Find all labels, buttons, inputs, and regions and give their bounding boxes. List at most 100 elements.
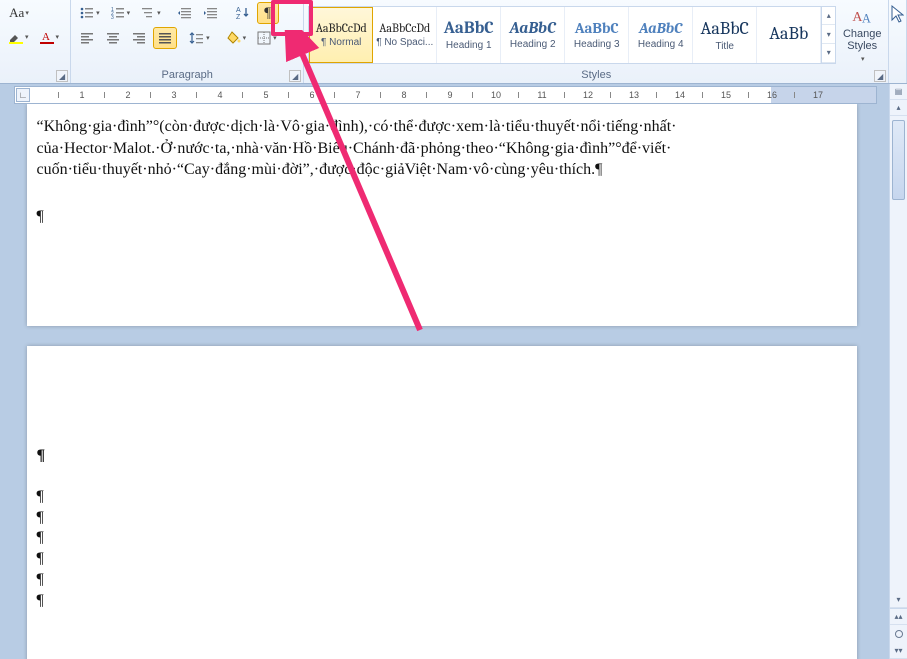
ruler-tick: 5 [261, 87, 271, 103]
paragraph-dialog-launcher[interactable]: ◢ [289, 70, 301, 82]
editing-group-sliver [889, 0, 907, 83]
styles-group: AaBbCcDd¶ NormalAaBbCcDd¶ No Spaci...AaB… [304, 0, 889, 83]
style-preview: AaBbCcDd [379, 21, 430, 35]
paragraph-mark: ¶ [37, 207, 817, 228]
previous-page-button[interactable]: ▴▴ [890, 609, 907, 625]
svg-text:A: A [236, 7, 241, 14]
style-preview: AaBbC [701, 18, 749, 39]
select-arrow-icon [890, 4, 904, 54]
style-item-heading-4[interactable]: AaBbC Heading 4 [629, 7, 693, 63]
gallery-down-button[interactable]: ▾ [822, 25, 835, 44]
font-group-label: ◢ [0, 81, 70, 83]
change-styles-button[interactable]: AA Change Styles ▾ [840, 6, 884, 64]
style-name-label: Heading 3 [574, 39, 620, 50]
style-item-title[interactable]: AaBbC Title [693, 7, 757, 63]
font-group: Aa▾ ▾ A▾ ◢ [0, 0, 71, 83]
svg-text:Z: Z [236, 14, 241, 21]
page-1: “Không·gia·đình”°(còn·được·dịch·là·Vô·gi… [27, 104, 857, 326]
svg-text:A: A [862, 11, 871, 25]
styles-dialog-launcher[interactable]: ◢ [874, 70, 886, 82]
scroll-track[interactable] [890, 116, 907, 592]
change-styles-icon: AA [849, 7, 875, 28]
style-item--no-spaci-[interactable]: AaBbCcDd ¶ No Spaci... [373, 7, 437, 63]
style-name-label: Heading 1 [446, 40, 492, 51]
browse-object: ▴▴ ▾▾ [890, 608, 907, 659]
ruler-tick: 13 [629, 87, 639, 103]
paragraph-mark: ¶ [37, 591, 817, 612]
horizontal-ruler[interactable]: ∟ 1234567891011121314151617 [14, 86, 877, 104]
ruler-tick: 4 [215, 87, 225, 103]
ruler-tick: 10 [491, 87, 501, 103]
paragraph-mark: ¶ [37, 549, 817, 570]
font-dialog-launcher[interactable]: ◢ [56, 70, 68, 82]
style-item-heading-1[interactable]: AaBbC Heading 1 [437, 7, 501, 63]
increase-indent-button[interactable] [199, 2, 223, 24]
ruler-tick: 1 [77, 87, 87, 103]
ruler-tick: 7 [353, 87, 363, 103]
styles-gallery[interactable]: AaBbCcDd¶ NormalAaBbCcDd¶ No Spaci...AaB… [308, 6, 836, 64]
paragraph-mark: ¶ [37, 487, 817, 508]
style-item--normal[interactable]: AaBbCcDd ¶ Normal [309, 7, 373, 63]
tab-selector[interactable]: ∟ [16, 88, 30, 102]
paragraph-group: ▾ 123▾ ▾ [71, 0, 304, 83]
style-item-heading-3[interactable]: AaBbC Heading 3 [565, 7, 629, 63]
style-preview: AaBbC [639, 19, 682, 37]
ruler-tick: 2 [123, 87, 133, 103]
style-preview: AaBbC [575, 19, 619, 37]
shading-button[interactable]: ▾ [222, 27, 251, 49]
ruler-tick: 12 [583, 87, 593, 103]
style-name-label: ¶ No Spaci... [376, 37, 433, 48]
ruler-tick: 17 [813, 87, 823, 103]
paragraph-group-label: Paragraph ◢ [71, 69, 303, 83]
gallery-up-button[interactable]: ▴ [822, 7, 835, 26]
vertical-scrollbar[interactable]: ▤ ▴ ▾ ▴▴ ▾▾ [889, 84, 907, 659]
grow-font-button[interactable]: Aa▾ [4, 2, 34, 24]
line-spacing-button[interactable]: ▾ [185, 27, 214, 49]
align-left-button[interactable] [75, 27, 99, 49]
style-name-label: Heading 4 [638, 39, 684, 50]
highlight-color-button[interactable]: ▾ [4, 26, 33, 48]
gallery-more-button[interactable]: ▾ [822, 44, 835, 63]
ruler-tick: 11 [537, 87, 547, 103]
svg-text:3: 3 [111, 15, 114, 21]
ribbon: Aa▾ ▾ A▾ ◢ ▾ [0, 0, 907, 84]
font-color-button[interactable]: A▾ [35, 26, 64, 48]
document-area[interactable]: “Không·gia·đình”°(còn·được·dịch·là·Vô·gi… [0, 104, 883, 659]
ruler-toggle-button[interactable]: ▤ [890, 84, 907, 100]
style-item-more[interactable]: AaBb [757, 7, 821, 63]
gallery-scroll[interactable]: ▴ ▾ ▾ [821, 7, 835, 63]
justify-button[interactable] [153, 27, 177, 49]
ruler-tick: 8 [399, 87, 409, 103]
ruler-tick: 15 [721, 87, 731, 103]
document-body-text[interactable]: “Không·gia·đình”°(còn·được·dịch·là·Vô·gi… [37, 116, 817, 181]
bullets-button[interactable]: ▾ [75, 2, 104, 24]
paragraph-mark: ¶ [37, 528, 817, 549]
ruler-tick: 3 [169, 87, 179, 103]
numbering-button[interactable]: 123▾ [106, 2, 135, 24]
multilevel-list-button[interactable]: ▾ [136, 2, 165, 24]
style-preview: AaBbC [510, 19, 556, 37]
select-browse-object-button[interactable] [890, 625, 907, 643]
paragraph-mark: ¶ [37, 570, 817, 591]
sort-button[interactable]: AZ [231, 2, 255, 24]
ruler-tick: 6 [307, 87, 317, 103]
style-preview: AaBbC [444, 19, 494, 38]
paragraph-mark: ¶ [37, 508, 817, 529]
align-center-button[interactable] [101, 27, 125, 49]
svg-text:A: A [42, 31, 50, 43]
scroll-thumb[interactable] [892, 120, 905, 200]
style-name-label: ¶ Normal [321, 37, 361, 48]
align-right-button[interactable] [127, 27, 151, 49]
decrease-indent-button[interactable] [173, 2, 197, 24]
style-preview: AaBbCcDd [316, 21, 367, 35]
ruler-tick: 14 [675, 87, 685, 103]
style-name-label: Heading 2 [510, 39, 556, 50]
ruler-tick: 9 [445, 87, 455, 103]
scroll-up-button[interactable]: ▴ [890, 100, 907, 116]
scroll-down-button[interactable]: ▾ [890, 592, 907, 608]
next-page-button[interactable]: ▾▾ [890, 643, 907, 659]
style-item-heading-2[interactable]: AaBbC Heading 2 [501, 7, 565, 63]
page-2: ¶¶¶¶¶¶¶ [27, 346, 857, 659]
style-name-label: Title [715, 41, 734, 52]
annotation-highlight [271, 0, 313, 36]
